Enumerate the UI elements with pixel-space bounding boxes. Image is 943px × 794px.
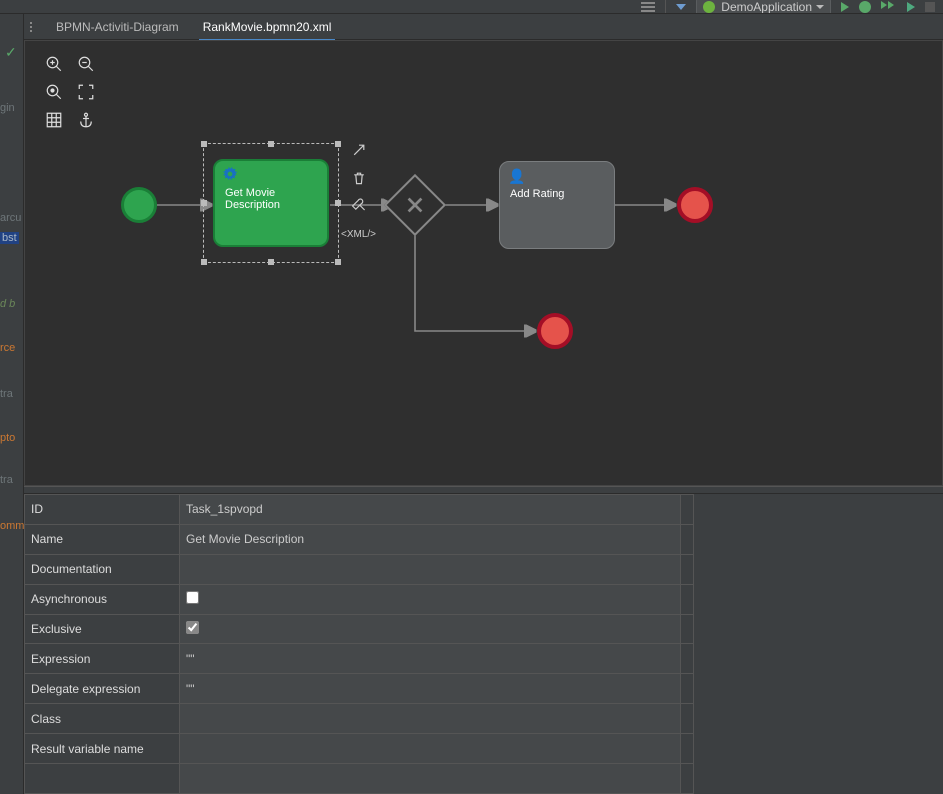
prop-val-exclusive[interactable] <box>180 614 681 644</box>
table-row: NameGet Movie Description <box>25 524 694 554</box>
stop-button[interactable] <box>925 2 935 12</box>
table-row: Result variable name <box>25 734 694 764</box>
table-row: Asynchronous <box>25 584 694 614</box>
prop-key-name: Name <box>25 524 180 554</box>
spring-boot-icon <box>703 1 715 13</box>
tab-drag-handle[interactable] <box>30 22 38 32</box>
start-event[interactable] <box>121 187 157 223</box>
run-configuration-selector[interactable]: DemoApplication <box>696 0 831 14</box>
code-fragment: pto <box>0 432 15 444</box>
dropdown-icon[interactable] <box>676 4 686 10</box>
code-fragment: tra <box>0 474 13 486</box>
table-row: IDTask_1spvopd <box>25 495 694 525</box>
code-fragment: rce <box>0 342 15 354</box>
palette-xml-label[interactable]: <XML/> <box>341 225 376 243</box>
table-row <box>25 764 694 794</box>
properties-table: IDTask_1spvopd NameGet Movie Description… <box>24 494 694 794</box>
code-fragment: gin <box>0 102 15 114</box>
prop-key-class: Class <box>25 704 180 734</box>
debug-button[interactable] <box>859 1 871 13</box>
profile-button[interactable] <box>907 2 915 12</box>
run-with-coverage-button[interactable] <box>881 1 897 13</box>
exclusive-gateway[interactable] <box>393 183 437 227</box>
prop-key-asynchronous: Asynchronous <box>25 584 180 614</box>
end-event-1[interactable] <box>677 187 713 223</box>
top-toolbar: DemoApplication <box>0 0 943 14</box>
diagram-canvas[interactable]: Get Movie Description <XML/> <box>24 40 943 486</box>
checkbox-exclusive[interactable] <box>186 621 199 634</box>
palette-delete-icon[interactable] <box>350 169 368 187</box>
prop-val-documentation[interactable] <box>180 554 681 584</box>
editor-gutter-strip: ✓ gin arcu bst d b rce tra pto tra omm <box>0 14 24 794</box>
prop-val-name[interactable]: Get Movie Description <box>180 524 681 554</box>
prop-key-delegate-expression: Delegate expression <box>25 674 180 704</box>
code-fragment: arcu <box>0 212 21 224</box>
properties-panel: IDTask_1spvopd NameGet Movie Description… <box>24 494 943 794</box>
prop-key-documentation: Documentation <box>25 554 180 584</box>
prop-val-result-variable-name[interactable] <box>180 734 681 764</box>
table-row: Documentation <box>25 554 694 584</box>
node-context-palette: <XML/> <box>341 141 376 243</box>
code-fragment: tra <box>0 388 13 400</box>
status-ok-icon: ✓ <box>5 44 17 61</box>
prop-key-id: ID <box>25 495 180 525</box>
tab-bpmn-diagram[interactable]: BPMN-Activiti-Diagram <box>44 14 191 40</box>
checkbox-asynchronous[interactable] <box>186 591 199 604</box>
prop-val-id[interactable]: Task_1spvopd <box>180 495 681 525</box>
table-row: Delegate expression"" <box>25 674 694 704</box>
user-task-add-rating[interactable]: 👤 Add Rating <box>499 161 615 249</box>
prop-val-delegate-expression[interactable]: "" <box>180 674 681 704</box>
user-task-label: Add Rating <box>510 188 564 200</box>
run-config-label: DemoApplication <box>721 0 812 14</box>
end-event-2[interactable] <box>537 313 573 349</box>
hamburger-icon[interactable] <box>641 2 655 12</box>
prop-key-result-variable-name: Result variable name <box>25 734 180 764</box>
user-icon: 👤 <box>508 168 525 185</box>
table-row: Class <box>25 704 694 734</box>
code-fragment: omm <box>0 520 24 532</box>
table-row: Expression"" <box>25 644 694 674</box>
run-button[interactable] <box>841 2 849 12</box>
service-task-get-movie-description[interactable]: Get Movie Description <box>213 159 329 247</box>
prop-key-exclusive: Exclusive <box>25 614 180 644</box>
separator <box>665 0 666 14</box>
gear-icon <box>223 167 237 181</box>
palette-wrench-icon[interactable] <box>350 197 368 215</box>
code-fragment: bst <box>0 232 19 244</box>
prop-key-expression: Expression <box>25 644 180 674</box>
table-row: Exclusive <box>25 614 694 644</box>
gateway-x-icon <box>393 183 437 227</box>
horizontal-splitter[interactable] <box>24 486 943 494</box>
prop-val-asynchronous[interactable] <box>180 584 681 614</box>
editor-tabs: BPMN-Activiti-Diagram RankMovie.bpmn20.x… <box>24 14 943 40</box>
palette-arrow-out-icon[interactable] <box>350 141 368 159</box>
code-fragment: d b <box>0 298 15 310</box>
tab-rankmovie-xml[interactable]: RankMovie.bpmn20.xml <box>191 14 344 40</box>
prop-val-class[interactable] <box>180 704 681 734</box>
service-task-label: Get Movie Description <box>225 187 280 211</box>
prop-val-expression[interactable]: "" <box>180 644 681 674</box>
